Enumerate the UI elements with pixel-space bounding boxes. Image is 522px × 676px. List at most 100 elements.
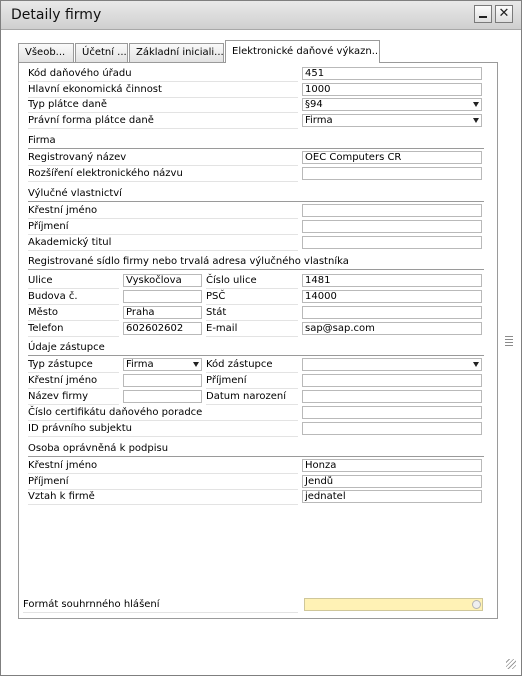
tab-accounting[interactable]: Účetní ... [75,43,128,62]
office-code-label: Kód daňového úřadu [28,68,132,79]
agent-firm-name-field[interactable] [123,390,202,403]
tab-label: Elektronické daňové výkazn... [232,46,380,57]
divider [28,436,298,437]
office-code-field[interactable]: 451 [302,67,482,80]
agent-code-label: Kód zástupce [206,359,273,370]
dropdown-arrow-icon [473,102,479,107]
agent-last-name-label: Příjmení [206,375,247,386]
country-field[interactable] [302,306,482,319]
street-no-field[interactable]: 1481 [302,274,482,287]
legal-id-field[interactable] [302,422,482,435]
city-field[interactable]: Praha [123,306,202,319]
street-label: Ulice [28,275,53,286]
zip-label: PSČ [206,291,226,302]
vertical-scrollbar[interactable] [501,31,517,669]
address-heading: Registrované sídlo firmy nebo trvalá adr… [28,256,349,267]
resize-grip-icon[interactable] [506,659,516,669]
reg-name-label: Registrovaný název [28,152,127,163]
dropdown-arrow-icon [193,362,199,367]
street-field[interactable]: Vyskočlova [123,274,202,287]
summary-format-field[interactable] [304,598,483,611]
owner-first-name-label: Křestní jméno [28,205,98,216]
divider [28,504,298,505]
divider [28,404,119,405]
agent-type-value: Firma [126,359,154,370]
owner-last-name-field[interactable] [302,220,482,233]
agent-birth-date-field[interactable] [302,390,482,403]
window-title: Detaily firmy [11,7,102,23]
minimize-button[interactable] [474,5,492,23]
agent-type-label: Typ zástupce [28,359,93,370]
payer-legal-form-select[interactable]: Firma [302,114,482,127]
owner-title-label: Akademický titul [28,237,112,248]
owner-title-field[interactable] [302,236,482,249]
agent-code-select[interactable] [302,358,482,371]
sign-last-name-label: Příjmení [28,476,69,487]
divider [28,250,298,251]
country-label: Stát [206,307,227,318]
phone-field[interactable]: 602602602 [123,322,202,335]
title-bar[interactable]: Detaily firmy ✕ [1,1,521,30]
zip-field[interactable]: 14000 [302,290,482,303]
divider [28,372,119,373]
agent-birth-date-label: Datum narození [206,391,286,402]
sign-relation-label: Vztah k firmě [28,491,95,502]
sign-first-name-field[interactable]: Honza [302,459,482,472]
divider [28,234,298,235]
section-divider [28,355,484,356]
divider [206,372,298,373]
sign-relation-field[interactable]: jednatel [302,490,482,503]
divider [28,181,298,182]
building-field[interactable] [123,290,202,303]
sign-last-name-field[interactable]: Jendů [302,475,482,488]
building-label: Budova č. [28,291,78,302]
reg-name-field[interactable]: OEC Computers ČR [302,151,482,164]
choose-from-list-icon[interactable] [472,600,481,609]
payer-legal-form-label: Právní forma plátce daně [28,115,154,126]
tab-general[interactable]: Všeob... [18,43,74,62]
payer-legal-form-value: Firma [305,115,333,126]
section-divider [28,269,484,270]
email-label: E-mail [206,323,238,334]
legal-id-label: ID právního subjektu [28,423,132,434]
tab-electronic-tax[interactable]: Elektronické daňové výkazn... [225,40,380,63]
payer-type-select[interactable]: §94 [302,98,482,111]
owner-heading: Výlučné vlastnictví [28,188,122,199]
phone-label: Telefon [28,323,64,334]
main-activity-field[interactable]: 1000 [302,83,482,96]
company-details-window: Detaily firmy ✕ Všeob... Účetní ... Zákl… [0,0,522,676]
divider [206,404,298,405]
divider [28,165,298,166]
owner-first-name-field[interactable] [302,204,482,217]
agent-first-name-field[interactable] [123,374,202,387]
divider [206,288,298,289]
tab-label: Základní iniciali... [136,47,224,58]
divider [28,473,298,474]
tab-label: Účetní ... [82,47,127,58]
close-icon: ✕ [498,6,510,21]
agent-type-select[interactable]: Firma [123,358,202,371]
payer-type-value: §94 [305,99,323,110]
city-label: Město [28,307,59,318]
agent-last-name-field[interactable] [302,374,482,387]
divider [206,320,298,321]
cert-no-field[interactable] [302,406,482,419]
email-field[interactable]: sap@sap.com [302,322,482,335]
section-divider [28,456,484,457]
divider [28,81,298,82]
divider [28,420,298,421]
divider [206,304,298,305]
tab-basic-init[interactable]: Základní iniciali... [129,43,224,62]
ext-name-field[interactable] [302,167,482,180]
tab-label: Všeob... [25,47,66,58]
divider [28,304,119,305]
section-divider [28,148,484,149]
owner-last-name-label: Příjmení [28,221,69,232]
splitter-grip-icon[interactable] [505,336,513,346]
agent-firm-name-label: Název firmy [28,391,88,402]
divider [28,112,298,113]
street-no-label: Číslo ulice [206,275,257,286]
divider [206,388,298,389]
close-button[interactable]: ✕ [495,5,513,23]
divider [28,218,298,219]
